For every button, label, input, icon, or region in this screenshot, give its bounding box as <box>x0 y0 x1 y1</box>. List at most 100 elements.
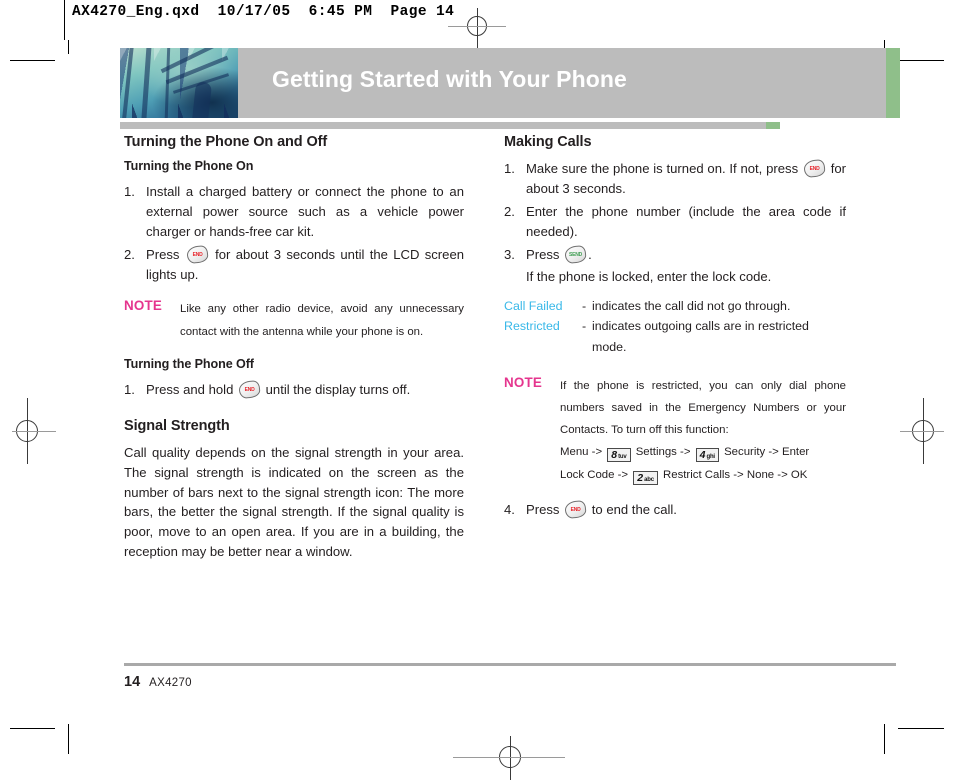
step-text: Install a charged battery or connect the… <box>146 184 464 239</box>
end-key-label: END <box>192 250 203 257</box>
menu-path-text: Settings -> <box>635 446 691 459</box>
list-item: 1. Press and hold END until the display … <box>124 379 464 400</box>
send-key-icon: SEND <box>564 244 587 264</box>
step-text-pre: Press and hold <box>146 381 234 397</box>
step-text-post: to end the call. <box>591 501 677 517</box>
keypad-digit: 8 <box>611 449 618 462</box>
banner-accent-bar <box>886 48 900 118</box>
banner-under-rule-accent <box>766 122 780 129</box>
term-definition: indicates outgoing calls are in restrict… <box>592 319 809 334</box>
steps-making-calls: 1. Make sure the phone is turned on. If … <box>504 158 846 288</box>
send-key-label: SEND <box>569 250 583 257</box>
step-text-pre: Press <box>146 246 180 262</box>
keypad-letters: tuv <box>618 454 627 461</box>
end-key-label: END <box>570 506 581 513</box>
step-number: 2. <box>504 203 515 219</box>
menu-path-text: Menu -> <box>560 446 603 459</box>
term-name-restricted: Restricted <box>504 319 560 334</box>
list-item: 1. Install a charged battery or connect … <box>124 182 464 242</box>
prepress-info-strip: AX4270_Eng.qxd 10/17/05 6:45 PM Page 14 <box>72 4 455 20</box>
note-text: Like any other radio device, avoid any u… <box>180 303 464 338</box>
crop-mark-top-right-h <box>898 60 944 61</box>
term-definition-continuation: mode. <box>592 339 627 354</box>
crop-mark-bottom-right-v <box>884 724 885 754</box>
menu-path-line-2: Lock Code -> 2abc Restrict Calls -> None… <box>560 464 846 486</box>
menu-path-line-1: Menu -> 8tuv Settings -> 4ghi Security -… <box>560 441 846 463</box>
term-row: Restricted - indicates outgoing calls ar… <box>504 316 846 336</box>
end-key-icon: END <box>564 499 587 519</box>
term-dash: - <box>582 319 587 334</box>
steps-turning-off: 1. Press and hold END until the display … <box>124 379 464 400</box>
note-block-antenna: NOTE Like any other radio device, avoid … <box>124 298 464 342</box>
prepress-divider <box>64 0 65 40</box>
note-label: NOTE <box>504 374 542 390</box>
steps-turning-on: 1. Install a charged battery or connect … <box>124 182 464 284</box>
section-heading-making-calls: Making Calls <box>504 134 592 150</box>
end-key-label: END <box>809 165 820 172</box>
section-heading-signal-strength: Signal Strength <box>124 417 230 434</box>
step-text-post: . <box>588 246 592 262</box>
footer-book-name: AX4270 <box>149 677 192 689</box>
list-item: 4. Press END to end the call. <box>504 499 846 520</box>
step-extra-text: If the phone is locked, enter the lock c… <box>526 269 772 285</box>
end-key-icon: END <box>238 379 261 399</box>
registration-mark-top <box>448 8 506 48</box>
term-definition: indicates the call did not go through. <box>592 299 791 314</box>
note-block-restricted: NOTE If the phone is restricted, you can… <box>504 375 846 486</box>
section-heading-turning-on-off: Turning the Phone On and Off <box>124 134 328 150</box>
note-label: NOTE <box>124 298 162 314</box>
list-item: 2. Enter the phone number (include the a… <box>504 202 846 242</box>
page-banner: Getting Started with Your Phone <box>120 48 900 118</box>
note-text: If the phone is restricted, you can only… <box>560 379 846 437</box>
end-key-icon: END <box>185 244 209 264</box>
steps-end-call: 4. Press END to end the call. <box>504 499 846 520</box>
note-text-wrapper: If the phone is restricted, you can only… <box>560 375 846 486</box>
step-number: 1. <box>124 381 135 397</box>
step-number: 2. <box>124 246 135 262</box>
term-row: Call Failed - indicates the call did not… <box>504 296 846 316</box>
keypad-digit: 4 <box>699 449 706 462</box>
keypad-key-8-icon: 8tuv <box>607 448 631 463</box>
registration-mark-bottom <box>453 736 565 780</box>
step-text-pre: Press <box>526 246 560 262</box>
keypad-key-2-icon: 2abc <box>633 470 658 485</box>
list-item: 3. Press SEND. If the phone is locked, e… <box>504 244 846 288</box>
step-number: 1. <box>504 161 515 176</box>
registration-mark-left <box>12 398 56 464</box>
registration-mark-right <box>900 398 944 464</box>
crop-mark-top-left-h <box>10 60 55 61</box>
page-footer: 14 AX4270 <box>124 674 192 690</box>
menu-path-text: Restrict Calls -> None -> OK <box>663 468 808 481</box>
list-item: 2. Press END for about 3 seconds until t… <box>124 244 464 285</box>
crop-mark-bottom-right-h <box>898 728 944 729</box>
step-number: 4. <box>504 501 515 517</box>
page-title: Getting Started with Your Phone <box>272 66 627 92</box>
banner-under-rule <box>120 122 766 129</box>
crop-mark-top-left-v <box>68 40 69 54</box>
keypad-digit: 2 <box>637 471 644 484</box>
subheading-turning-off: Turning the Phone Off <box>124 356 254 371</box>
crop-mark-bottom-left-h <box>10 728 55 729</box>
crop-mark-bottom-left-v <box>68 724 69 754</box>
left-column: Turning the Phone On and Off Turning the… <box>124 134 464 562</box>
footer-page-number: 14 <box>124 674 141 690</box>
keypad-letters: abc <box>644 476 654 483</box>
step-text-pre: Make sure the phone is turned on. If not… <box>526 161 799 176</box>
keypad-key-4-icon: 4ghi <box>695 448 719 463</box>
manual-page: AX4270_Eng.qxd 10/17/05 6:45 PM Page 14 <box>0 0 954 781</box>
step-number: 1. <box>124 184 135 199</box>
step-text-post: until the display turns off. <box>265 381 411 397</box>
step-text: Enter the phone number (include the area… <box>526 203 846 239</box>
end-key-label: END <box>244 386 255 393</box>
call-status-terms: Call Failed - indicates the call did not… <box>504 296 846 356</box>
menu-path-text: Lock Code -> <box>560 468 629 481</box>
footer-rule <box>124 663 896 666</box>
step-text-pre: Press <box>526 501 560 517</box>
menu-path-text: Security -> Enter <box>724 446 810 459</box>
right-column: Making Calls 1. Make sure the phone is t… <box>504 134 846 523</box>
subheading-turning-on: Turning the Phone On <box>124 159 254 173</box>
step-number: 3. <box>504 246 515 262</box>
list-item: 1. Make sure the phone is turned on. If … <box>504 158 846 199</box>
end-key-icon: END <box>803 158 826 179</box>
term-name-call-failed: Call Failed <box>504 299 563 314</box>
